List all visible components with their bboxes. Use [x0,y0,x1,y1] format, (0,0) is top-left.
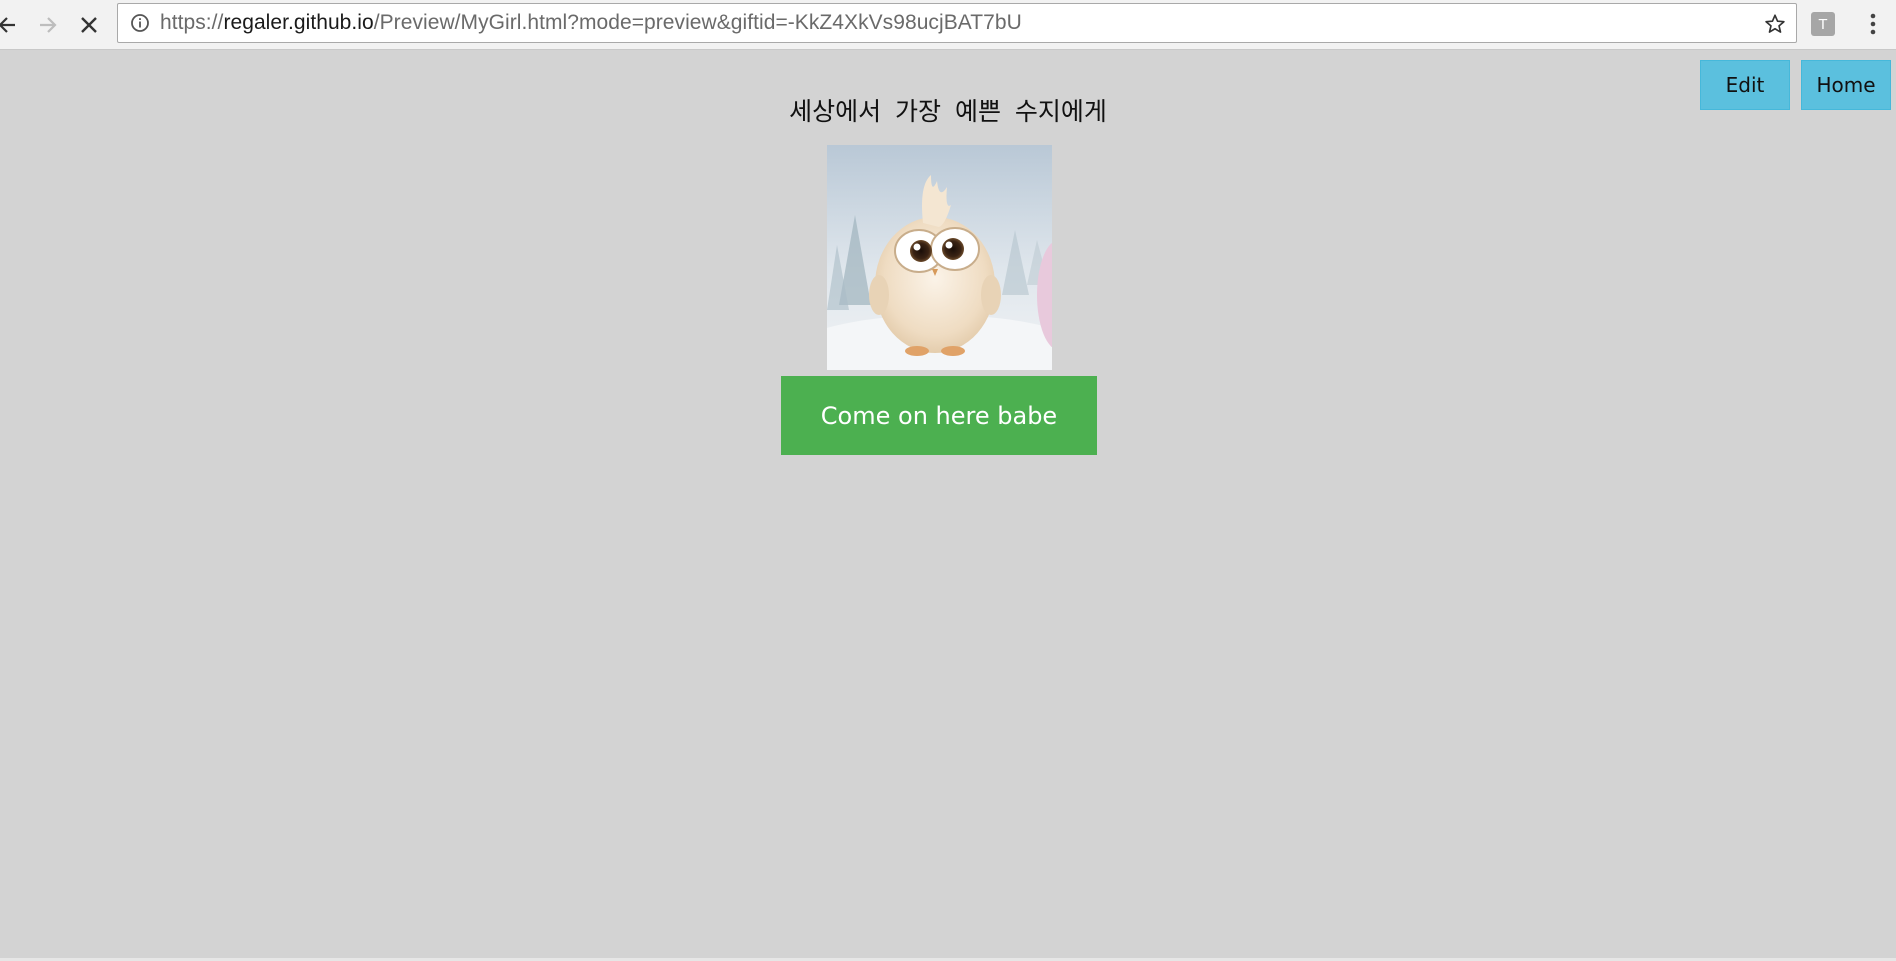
address-bar[interactable]: https://regaler.github.io/Preview/MyGirl… [117,3,1797,43]
star-icon[interactable] [1762,11,1788,37]
page-content: Edit Home 세상에서 가장 예쁜 수지에게 Come on here b… [0,50,1896,961]
arrow-left-icon [0,17,15,33]
url-path: /Preview/MyGirl.html?mode=preview&giftid… [373,11,1022,34]
arrow-right-icon [40,17,57,33]
cta-button[interactable]: Come on here babe [781,376,1097,455]
back-button[interactable] [0,8,24,42]
stop-loading-button[interactable] [72,8,106,42]
chick-image [827,145,1052,370]
url-scheme: https:// [160,11,224,34]
url-host: regaler.github.io [223,11,374,34]
url-text[interactable]: https://regaler.github.io/Preview/MyGirl… [160,11,1022,35]
info-icon[interactable] [129,12,151,34]
browser-toolbar: https://regaler.github.io/Preview/MyGirl… [0,0,1896,50]
page-title: 세상에서 가장 예쁜 수지에게 [789,97,1107,126]
close-icon [81,17,97,33]
extension-icon[interactable]: T [1811,12,1835,36]
vertical-dots-icon[interactable] [1860,10,1886,38]
forward-button[interactable] [31,8,65,42]
